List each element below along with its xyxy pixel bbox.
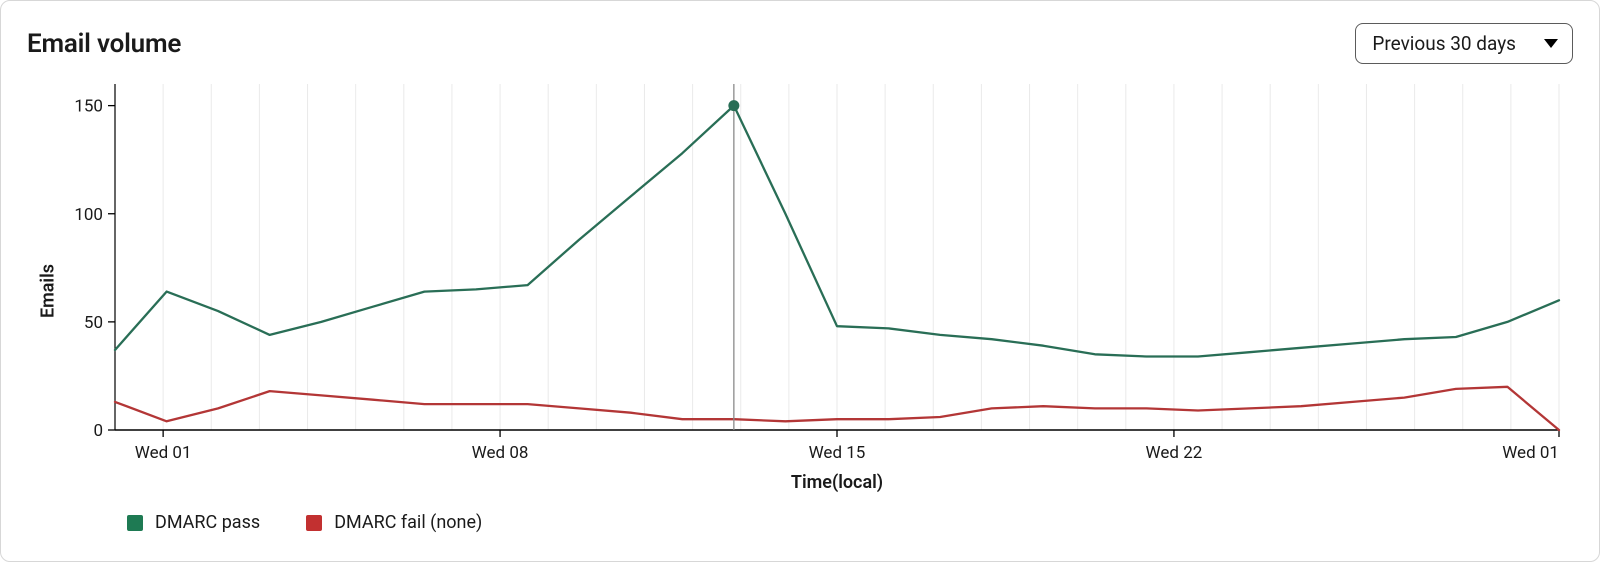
card-title: Email volume	[27, 29, 181, 59]
legend-item-fail[interactable]: DMARC fail (none)	[306, 512, 482, 533]
x-tick-label: Wed 08	[472, 443, 529, 463]
y-tick-label: 50	[84, 313, 103, 333]
legend-label: DMARC pass	[155, 512, 260, 533]
legend: DMARC pass DMARC fail (none)	[27, 512, 1573, 533]
x-tick-label: Wed 15	[809, 443, 866, 463]
x-axis-title: Time(local)	[791, 472, 883, 493]
legend-label: DMARC fail (none)	[334, 512, 482, 533]
chart-area: Emails 0 50 100 150 Wed 01 Wed 08 Wed 15 Wed 22…	[27, 76, 1573, 506]
email-volume-card: Email volume Previous 30 days Emails 0 50…	[0, 0, 1600, 562]
x-tick-label: Wed 01	[135, 443, 192, 463]
legend-swatch-fail	[306, 515, 322, 531]
line-chart[interactable]: 0 50 100 150 Wed 01 Wed 08 Wed 15 Wed 22 Wed 01 T…	[27, 76, 1573, 506]
date-range-label: Previous 30 days	[1372, 32, 1516, 55]
legend-swatch-pass	[127, 515, 143, 531]
y-tick-label: 100	[74, 205, 103, 225]
highlight-point	[728, 100, 739, 111]
y-axis-title: Emails	[38, 264, 59, 318]
legend-item-pass[interactable]: DMARC pass	[127, 512, 260, 533]
y-tick-label: 0	[93, 421, 103, 441]
card-header: Email volume Previous 30 days	[27, 23, 1573, 64]
y-tick-label: 150	[74, 97, 103, 117]
x-tick-label: Wed 22	[1146, 443, 1203, 463]
x-tick-label: Wed 01	[1502, 443, 1559, 463]
chevron-down-icon	[1544, 39, 1558, 48]
date-range-select[interactable]: Previous 30 days	[1355, 23, 1573, 64]
